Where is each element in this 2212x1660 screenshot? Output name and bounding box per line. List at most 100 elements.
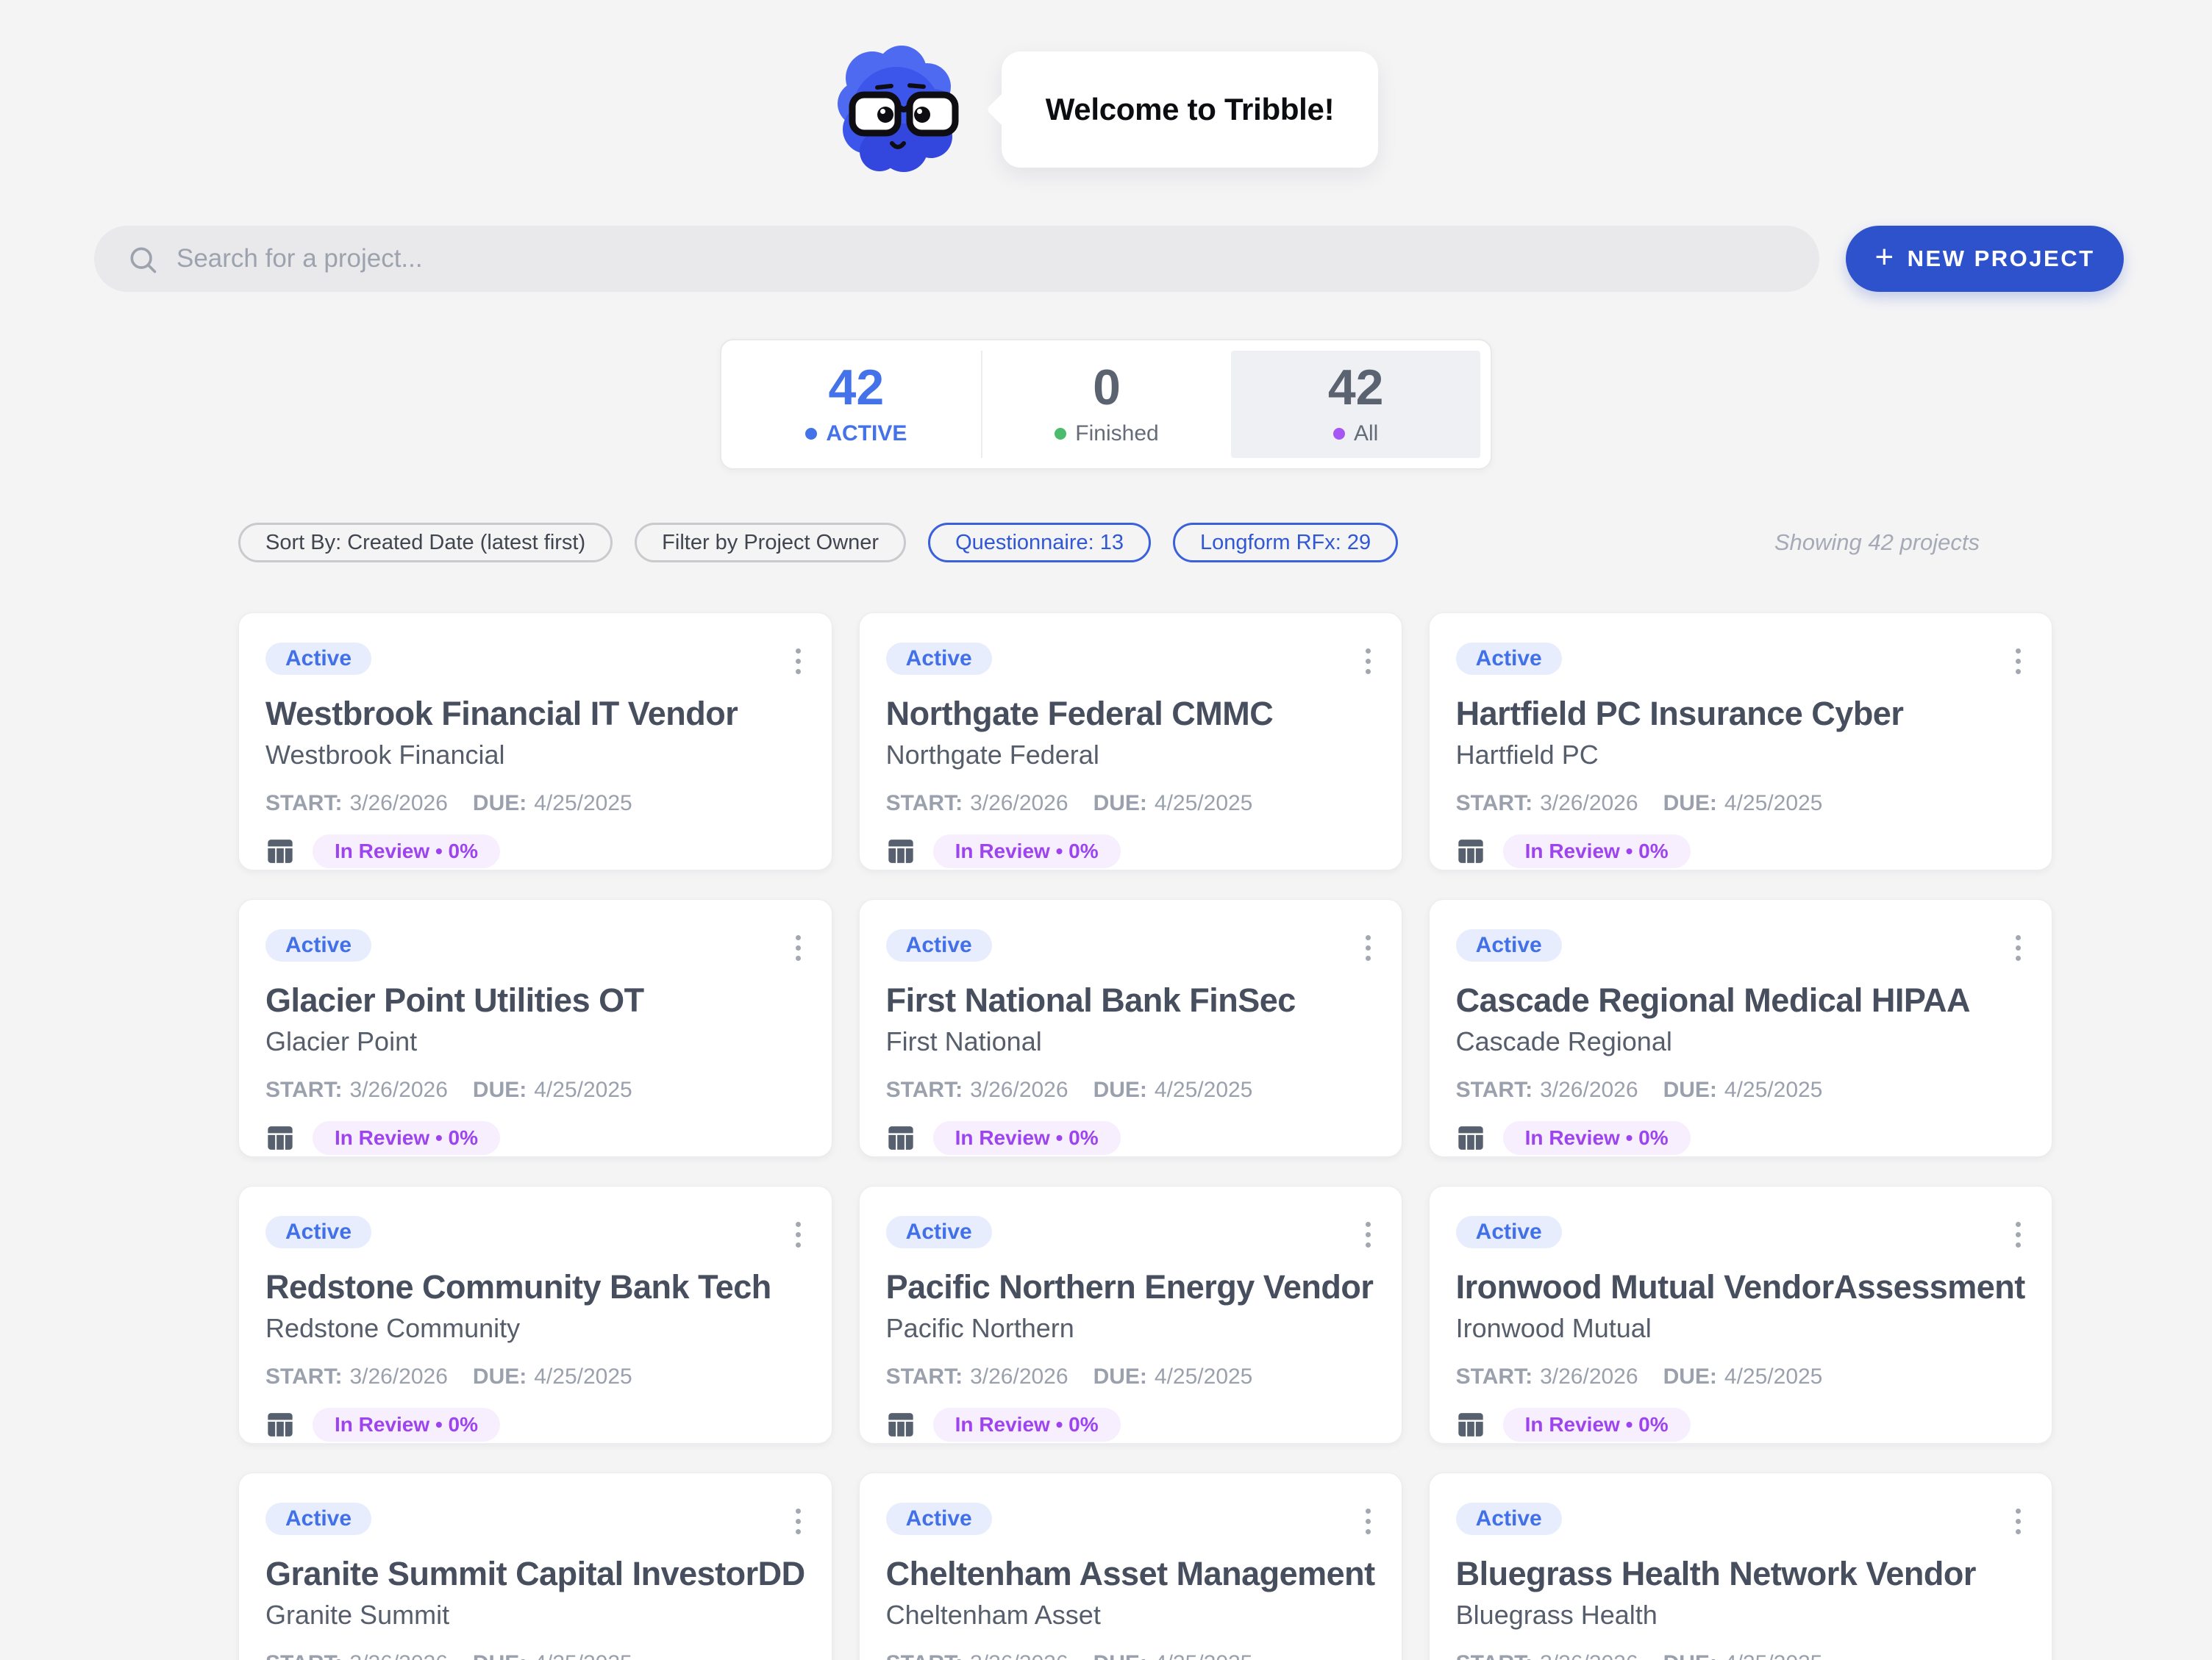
project-card[interactable]: Active Redstone Community Bank Tech Reds… — [238, 1186, 832, 1444]
start-label: START: — [1456, 1077, 1533, 1103]
due-label: DUE: — [473, 1650, 527, 1660]
stat-finished[interactable]: 0 Finished — [981, 351, 1232, 458]
due-label: DUE: — [473, 790, 527, 817]
stat-all[interactable]: 42 All — [1231, 351, 1480, 458]
project-card[interactable]: Active Westbrook Financial IT Vendor Wes… — [238, 612, 832, 870]
due-label: DUE: — [1663, 1077, 1717, 1103]
start-label: START: — [886, 1364, 963, 1390]
progress-status-pill: In Review • 0% — [933, 1408, 1121, 1442]
project-card[interactable]: Active Glacier Point Utilities OT Glacie… — [238, 899, 832, 1157]
kebab-menu-icon[interactable] — [2011, 929, 2025, 967]
due-date: 4/25/2025 — [1155, 1650, 1252, 1660]
start-date: 3/26/2026 — [1540, 1364, 1638, 1390]
search-input[interactable] — [94, 226, 1819, 292]
project-owner: Cheltenham Asset — [886, 1599, 1375, 1631]
start-date: 3/26/2026 — [1540, 1077, 1638, 1103]
kebab-menu-icon[interactable] — [2011, 1503, 2025, 1540]
due-label: DUE: — [1663, 790, 1717, 817]
due-date: 4/25/2025 — [1155, 1364, 1252, 1390]
status-badge: Active — [265, 929, 371, 962]
project-grid: Active Westbrook Financial IT Vendor Wes… — [238, 612, 1980, 1660]
project-title: Glacier Point Utilities OT — [265, 981, 805, 1020]
filter-owner-chip[interactable]: Filter by Project Owner — [635, 523, 906, 562]
project-owner: Bluegrass Health — [1456, 1599, 2025, 1631]
project-dates: START: 3/26/2026 DUE: 4/25/2025 — [886, 790, 1375, 817]
kebab-menu-icon[interactable] — [2011, 643, 2025, 680]
project-owner: Cascade Regional — [1456, 1026, 2025, 1058]
questionnaire-chip[interactable]: Questionnaire: 13 — [928, 523, 1151, 562]
start-date: 3/26/2026 — [970, 1077, 1068, 1103]
kebab-menu-icon[interactable] — [791, 1503, 805, 1540]
start-label: START: — [265, 1364, 342, 1390]
project-owner: First National — [886, 1026, 1375, 1058]
due-date: 4/25/2025 — [534, 1364, 632, 1390]
new-project-button[interactable]: + NEW PROJECT — [1846, 226, 2124, 292]
welcome-speech-bubble: Welcome to Tribble! — [1002, 51, 1379, 168]
project-card[interactable]: Active Cascade Regional Medical HIPAA Ca… — [1429, 899, 2052, 1157]
project-card[interactable]: Active Hartfield PC Insurance Cyber Hart… — [1429, 612, 2052, 870]
search-row: + NEW PROJECT — [94, 226, 2124, 292]
project-card[interactable]: Active Granite Summit Capital InvestorDD… — [238, 1473, 832, 1660]
kebab-menu-icon[interactable] — [791, 643, 805, 680]
start-date: 3/26/2026 — [970, 1650, 1068, 1660]
longform-rfx-chip[interactable]: Longform RFx: 29 — [1173, 523, 1398, 562]
table-icon — [265, 1410, 295, 1439]
start-date: 3/26/2026 — [970, 790, 1068, 817]
progress-status-pill: In Review • 0% — [1503, 1408, 1691, 1442]
project-owner: Redstone Community — [265, 1312, 805, 1345]
project-card[interactable]: Active Ironwood Mutual VendorAssessment … — [1429, 1186, 2052, 1444]
start-label: START: — [1456, 790, 1533, 817]
project-title: First National Bank FinSec — [886, 981, 1375, 1020]
project-card[interactable]: Active Bluegrass Health Network Vendor B… — [1429, 1473, 2052, 1660]
status-badge: Active — [1456, 929, 1562, 962]
kebab-menu-icon[interactable] — [791, 1216, 805, 1253]
status-badge: Active — [1456, 1216, 1562, 1248]
start-label: START: — [265, 790, 342, 817]
due-date: 4/25/2025 — [534, 1650, 632, 1660]
project-dates: START: 3/26/2026 DUE: 4/25/2025 — [1456, 1077, 2025, 1103]
table-icon — [886, 837, 916, 866]
status-badge: Active — [1456, 643, 1562, 675]
kebab-menu-icon[interactable] — [791, 929, 805, 967]
due-label: DUE: — [1093, 1650, 1147, 1660]
table-icon — [1456, 837, 1485, 866]
project-card[interactable]: Active Northgate Federal CMMC Northgate … — [859, 612, 1402, 870]
project-title: Ironwood Mutual VendorAssessment — [1456, 1268, 2025, 1306]
due-date: 4/25/2025 — [1724, 1650, 1822, 1660]
status-badge: Active — [1456, 1503, 1562, 1535]
project-title: Cheltenham Asset Management — [886, 1555, 1375, 1593]
start-date: 3/26/2026 — [970, 1364, 1068, 1390]
project-dates: START: 3/26/2026 DUE: 4/25/2025 — [265, 1077, 805, 1103]
sort-by-chip[interactable]: Sort By: Created Date (latest first) — [238, 523, 613, 562]
due-label: DUE: — [1093, 790, 1147, 817]
kebab-menu-icon[interactable] — [2011, 1216, 2025, 1253]
progress-status-pill: In Review • 0% — [933, 834, 1121, 868]
project-dates: START: 3/26/2026 DUE: 4/25/2025 — [886, 1077, 1375, 1103]
start-date: 3/26/2026 — [349, 1650, 447, 1660]
stat-all-label: All — [1354, 421, 1378, 446]
welcome-text: Welcome to Tribble! — [1046, 92, 1335, 127]
status-badge: Active — [886, 1216, 992, 1248]
progress-status-pill: In Review • 0% — [313, 1408, 500, 1442]
due-label: DUE: — [473, 1364, 527, 1390]
due-date: 4/25/2025 — [1724, 1364, 1822, 1390]
project-dates: START: 3/26/2026 DUE: 4/25/2025 — [1456, 1650, 2025, 1660]
kebab-menu-icon[interactable] — [1361, 1503, 1375, 1540]
kebab-menu-icon[interactable] — [1361, 643, 1375, 680]
due-label: DUE: — [1663, 1650, 1717, 1660]
search-icon — [126, 243, 159, 276]
project-title: Granite Summit Capital InvestorDD — [265, 1555, 805, 1593]
search-bar[interactable] — [94, 226, 1819, 292]
due-date: 4/25/2025 — [1724, 790, 1822, 817]
start-date: 3/26/2026 — [349, 1364, 447, 1390]
project-owner: Glacier Point — [265, 1026, 805, 1058]
stat-active[interactable]: 42 ACTIVE — [732, 351, 981, 458]
due-date: 4/25/2025 — [1155, 790, 1252, 817]
kebab-menu-icon[interactable] — [1361, 1216, 1375, 1253]
kebab-menu-icon[interactable] — [1361, 929, 1375, 967]
project-card[interactable]: Active First National Bank FinSec First … — [859, 899, 1402, 1157]
project-card[interactable]: Active Pacific Northern Energy Vendor Pa… — [859, 1186, 1402, 1444]
project-card[interactable]: Active Cheltenham Asset Management Chelt… — [859, 1473, 1402, 1660]
new-project-label: NEW PROJECT — [1908, 246, 2095, 272]
progress-status-pill: In Review • 0% — [313, 1121, 500, 1155]
